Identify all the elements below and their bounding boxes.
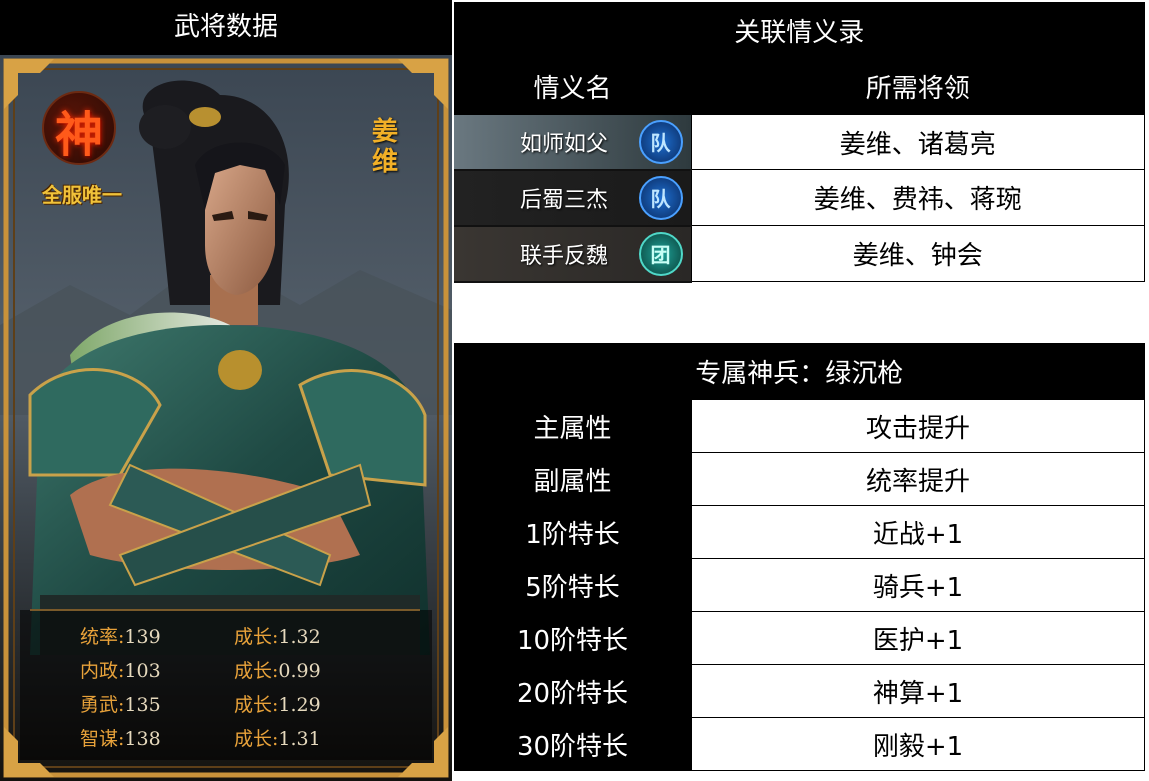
- weapon-attr-value: 近战+1: [691, 505, 1145, 559]
- required-generals-header: 所需将领: [691, 58, 1145, 115]
- weapon-row: 副属性 统率提升: [454, 452, 1145, 506]
- server-unique-label: 全服唯一: [42, 183, 122, 207]
- weapon-attr-label: 30阶特长: [454, 717, 692, 771]
- bond-generals: 姜维、费祎、蒋琬: [690, 169, 1145, 226]
- group-icon: 团: [638, 231, 683, 276]
- bond-row: 如师如父 队 姜维、诸葛亮: [454, 114, 1145, 171]
- stat-politics: 内政:103: [80, 660, 161, 682]
- stat-politics-growth: 成长:0.99: [234, 660, 321, 682]
- weapon-attr-value: 刚毅+1: [691, 717, 1145, 771]
- weapon-table: 专属神兵：绿沉枪 主属性 攻击提升 副属性 统率提升 1阶特长 近战+1 5阶特…: [454, 343, 1145, 771]
- god-rank-char: 神: [54, 107, 103, 163]
- stat-command: 统率:139: [80, 626, 161, 648]
- weapon-attr-value: 医护+1: [691, 611, 1145, 665]
- stat-wisdom: 智谋:138: [80, 728, 161, 750]
- weapon-attr-label: 5阶特长: [454, 558, 692, 612]
- weapon-row: 5阶特长 骑兵+1: [454, 558, 1145, 612]
- weapon-row: 30阶特长 刚毅+1: [454, 717, 1145, 771]
- weapon-attr-label: 20阶特长: [454, 664, 692, 718]
- stat-valor: 勇武:135: [80, 694, 161, 716]
- bond-generals: 姜维、钟会: [690, 225, 1145, 282]
- stat-wisdom-growth: 成长:1.31: [234, 728, 321, 750]
- weapon-attr-value: 攻击提升: [691, 399, 1145, 453]
- bond-name-cell: 后蜀三杰 队: [454, 169, 691, 227]
- stat-valor-growth: 成长:1.29: [234, 694, 321, 716]
- bond-name-cell: 联手反魏 团: [454, 225, 691, 283]
- general-card: 神 全服唯一 姜维 统率:139 成长:1.32 内政:103 成长:0.99 …: [0, 55, 452, 781]
- stat-command-growth: 成长:1.32: [234, 626, 321, 648]
- hero-name: 姜维: [371, 117, 398, 177]
- weapon-attr-value: 骑兵+1: [691, 558, 1145, 612]
- bond-name: 如师如父: [520, 131, 609, 157]
- weapon-row: 1阶特长 近战+1: [454, 505, 1145, 559]
- weapon-attr-label: 1阶特长: [454, 505, 692, 559]
- weapon-row: 主属性 攻击提升: [454, 399, 1145, 453]
- bond-row: 联手反魏 团 姜维、钟会: [454, 225, 1145, 283]
- bond-name-cell: 如师如父 队: [454, 114, 691, 171]
- weapon-title: 专属神兵：绿沉枪: [454, 343, 1145, 400]
- team-icon: 队: [638, 119, 683, 164]
- weapon-row: 20阶特长 神算+1: [454, 664, 1145, 718]
- weapon-row: 10阶特长 医护+1: [454, 611, 1145, 665]
- bonds-table: 关联情义录 情义名 所需将领 如师如父 队 姜维、诸葛亮 后蜀三杰 队 姜维、费…: [454, 2, 1145, 283]
- team-icon: 队: [638, 175, 683, 220]
- weapon-attr-value: 统率提升: [691, 452, 1145, 506]
- bond-generals: 姜维、诸葛亮: [690, 114, 1145, 170]
- weapon-attr-value: 神算+1: [691, 664, 1145, 718]
- weapon-attr-label: 主属性: [454, 399, 692, 453]
- bonds-title: 关联情义录: [454, 2, 1145, 58]
- weapon-attr-label: 副属性: [454, 452, 692, 506]
- weapon-attr-label: 10阶特长: [454, 611, 692, 665]
- bond-name: 联手反魏: [520, 243, 609, 269]
- bond-name-header: 情义名: [454, 58, 691, 115]
- general-data-title: 武将数据: [0, 0, 452, 55]
- bond-name: 后蜀三杰: [520, 187, 609, 213]
- bond-row: 后蜀三杰 队 姜维、费祎、蒋琬: [454, 169, 1145, 227]
